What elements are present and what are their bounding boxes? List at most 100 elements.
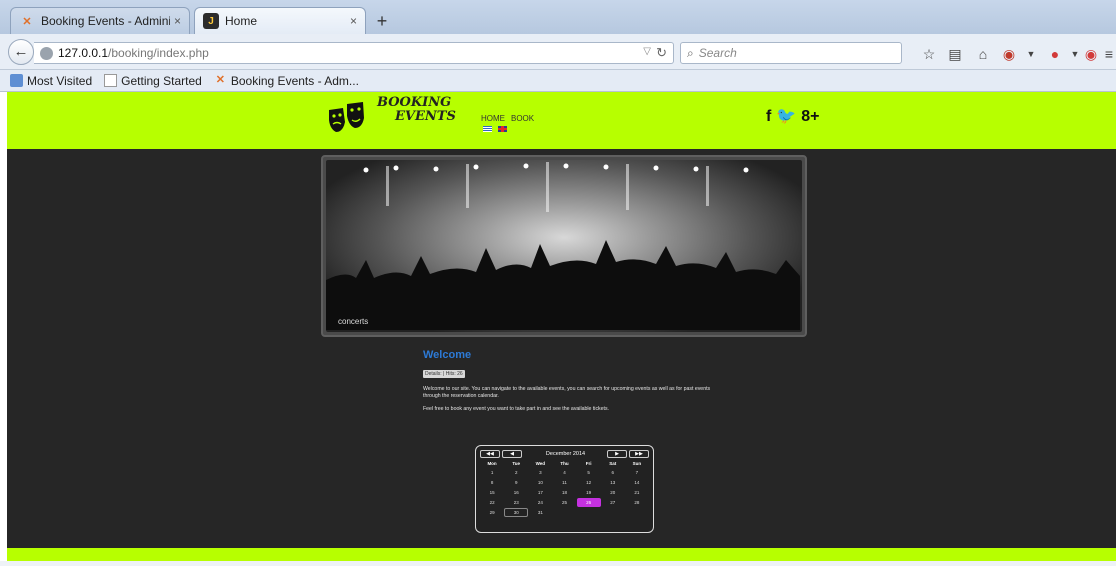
site-body: concerts Welcome Details: | Hits: 26 Wel…	[7, 149, 1116, 548]
back-button[interactable]: ←	[8, 39, 34, 65]
reservation-calendar: ◀◀ ◀ December 2014 ▶ ▶▶ Mon Tue Wed Thu Fri S…	[475, 445, 654, 533]
chevron-down-icon[interactable]: ▼	[1022, 46, 1040, 64]
prev-year-button[interactable]: ◀◀	[480, 449, 500, 458]
calendar-day[interactable]: 9	[504, 478, 528, 487]
bookmark-label: Most Visited	[27, 73, 93, 88]
search-icon: ⌕	[687, 45, 694, 60]
calendar-weekday: Tue	[512, 461, 521, 466]
arrow-left-icon: ←	[13, 43, 29, 60]
calendar-day[interactable]: 11	[552, 478, 576, 487]
image-slider[interactable]: concerts	[321, 155, 807, 337]
calendar-day[interactable]: 27	[601, 498, 625, 507]
article-details-badge: Details: | Hits: 26	[423, 370, 465, 378]
logo-text[interactable]: BOOKING EVENTS	[377, 96, 457, 140]
reading-list-icon[interactable]: ▤	[946, 46, 964, 64]
adblock-icon[interactable]: ●	[1046, 46, 1064, 64]
calendar-day[interactable]: 6	[601, 468, 625, 477]
article-paragraph: Feel free to book any event you want to …	[423, 406, 609, 412]
calendar-day[interactable]: 18	[552, 488, 576, 497]
close-icon[interactable]: ×	[350, 14, 357, 28]
calendar-day[interactable]: 30	[504, 508, 529, 517]
nav-home-link[interactable]: HOME	[481, 114, 505, 123]
calendar-day[interactable]: 10	[528, 478, 552, 487]
calendar-weekday: Mon	[487, 461, 497, 466]
url-bar[interactable]: 127.0.0.1/booking/index.php ▽ ↻	[34, 42, 674, 64]
next-year-button[interactable]: ▶▶	[629, 449, 649, 458]
calendar-day[interactable]: 5	[577, 468, 601, 477]
extension-icon[interactable]: ◉	[1000, 46, 1018, 64]
calendar-month-title: December 2014	[545, 450, 586, 457]
calendar-day[interactable]: 15	[480, 488, 504, 497]
new-tab-button[interactable]: +	[372, 12, 392, 32]
globe-icon	[40, 46, 53, 60]
bookmark-getting-started[interactable]: Getting Started	[104, 74, 202, 88]
slider-caption: concerts	[338, 317, 369, 326]
calendar-day[interactable]: 29	[480, 508, 504, 517]
calendar-weekday: Sun	[632, 461, 642, 466]
calendar-day[interactable]: 31	[528, 508, 552, 517]
bookmark-star-icon[interactable]: ☆	[920, 46, 938, 64]
calendar-day[interactable]: 2	[504, 468, 528, 477]
google-plus-icon[interactable]: 8+	[801, 108, 819, 126]
next-month-button[interactable]: ▶	[607, 449, 627, 458]
prev-month-button[interactable]: ◀	[502, 449, 522, 458]
facebook-icon[interactable]: f	[766, 108, 771, 126]
calendar-day[interactable]: 23	[504, 498, 528, 507]
nav-book-link[interactable]: BOOK	[511, 114, 534, 123]
calendar-day[interactable]: 28	[625, 498, 649, 507]
bookmark-most-visited[interactable]: Most Visited	[10, 74, 92, 88]
logo-line-2: EVENTS	[395, 109, 456, 124]
bookmark-label: Booking Events - Adm...	[230, 73, 359, 88]
calendar-day[interactable]: 8	[480, 478, 504, 487]
history-dropdown-icon[interactable]: ▽	[643, 46, 651, 57]
calendar-day[interactable]: 14	[625, 478, 649, 487]
search-input[interactable]: ⌕ Search	[680, 42, 902, 64]
search-placeholder: Search	[698, 46, 737, 60]
calendar-weekday: Sat	[609, 461, 617, 466]
calendar-empty-cell	[601, 508, 625, 517]
site-footer	[7, 548, 1116, 561]
booking-favicon-icon: ✕	[22, 15, 32, 28]
twitter-icon[interactable]: 🐦	[776, 108, 796, 126]
calendar-day[interactable]: 24	[528, 498, 552, 507]
bookmark-label: Getting Started	[121, 73, 202, 88]
reload-icon[interactable]: ↻	[656, 45, 667, 61]
greek-flag-icon[interactable]	[483, 126, 492, 132]
calendar-day[interactable]: 17	[528, 488, 552, 497]
joomla-favicon-icon: J	[203, 13, 219, 29]
site-header: BOOKING EVENTS HOME BOOK f 🐦 8+	[7, 92, 1116, 149]
tab-bar: ✕ Booking Events - Administ... × J Home …	[0, 0, 1116, 34]
calendar-empty-cell	[625, 508, 649, 517]
calendar-day[interactable]: 26	[576, 498, 601, 507]
addon-icon[interactable]: ◉	[1082, 46, 1100, 64]
calendar-day[interactable]: 1	[480, 468, 504, 477]
tab-booking-admin[interactable]: ✕ Booking Events - Administ... ×	[10, 7, 190, 34]
navigation-bar: ← 127.0.0.1/booking/index.php ▽ ↻ ⌕ Sear…	[0, 34, 1116, 70]
calendar-day[interactable]: 7	[625, 468, 649, 477]
calendar-day[interactable]: 4	[552, 468, 576, 477]
calendar-day[interactable]: 3	[528, 468, 552, 477]
calendar-day[interactable]: 21	[625, 488, 649, 497]
calendar-weekday: Wed	[535, 461, 546, 466]
bookmark-booking-events[interactable]: ✕ Booking Events - Adm...	[214, 74, 359, 88]
calendar-day[interactable]: 19	[577, 488, 601, 497]
tab-title: Home	[225, 14, 258, 28]
article-title[interactable]: Welcome	[423, 349, 723, 361]
close-icon[interactable]: ×	[174, 14, 181, 28]
calendar-day[interactable]: 12	[577, 478, 601, 487]
calendar-day[interactable]: 25	[552, 498, 576, 507]
calendar-day[interactable]: 13	[601, 478, 625, 487]
theater-masks-logo-icon[interactable]	[325, 98, 369, 142]
uk-flag-icon[interactable]	[498, 126, 507, 132]
language-switcher	[483, 126, 507, 132]
home-icon[interactable]: ⌂	[974, 46, 992, 64]
calendar-day[interactable]: 16	[504, 488, 528, 497]
calendar-day[interactable]: 20	[601, 488, 625, 497]
calendar-day[interactable]: 22	[480, 498, 504, 507]
concert-crowd-image: concerts	[326, 160, 802, 332]
status-strip	[0, 561, 1116, 566]
calendar-weekday: Fri	[585, 461, 592, 466]
tab-home[interactable]: J Home ×	[194, 7, 366, 34]
menu-icon[interactable]: ≡	[1100, 46, 1116, 64]
calendar-header: ◀◀ ◀ December 2014 ▶ ▶▶	[480, 449, 649, 458]
